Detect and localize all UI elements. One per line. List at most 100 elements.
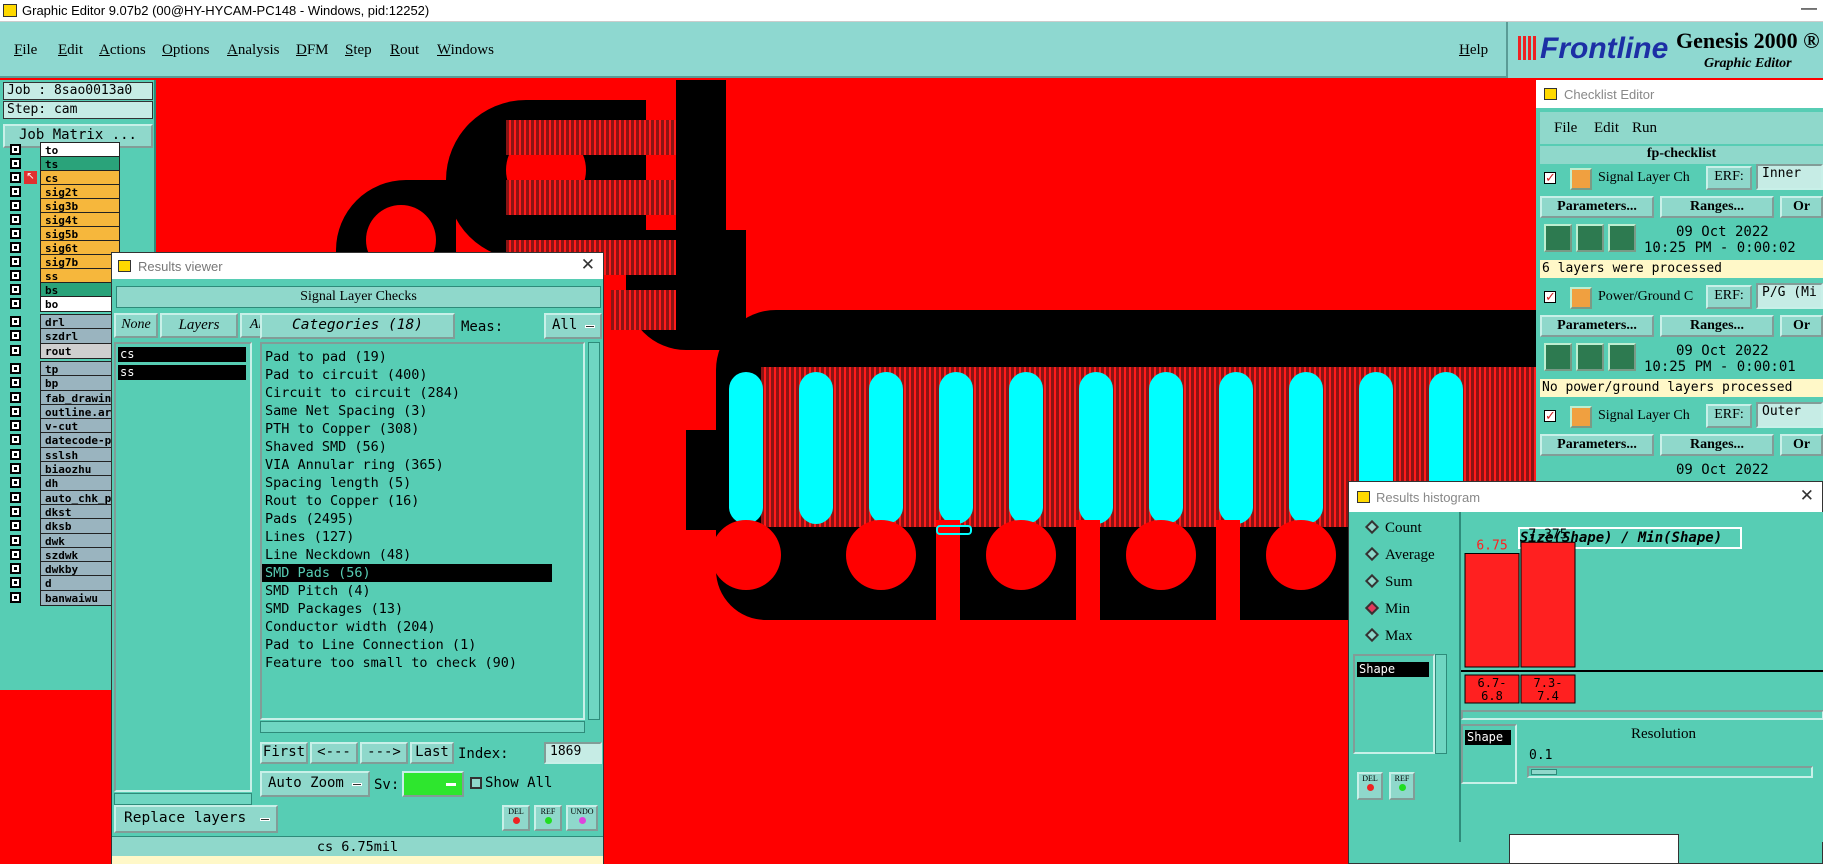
show-all-checkbox[interactable] <box>470 777 482 789</box>
result-layer-item[interactable]: ss <box>118 365 246 380</box>
layer-row-banwaiwu[interactable]: banwaiwu <box>8 589 123 606</box>
del-button[interactable]: DEL <box>502 805 530 831</box>
layer-checkbox[interactable] <box>10 420 21 432</box>
category-item[interactable]: Pad to circuit (400) <box>262 366 552 384</box>
layer-checkbox[interactable] <box>10 270 21 281</box>
menu-step[interactable]: Step <box>345 42 372 59</box>
replace-layers-select[interactable]: Replace layers <box>114 805 278 833</box>
layer-checkbox[interactable] <box>10 214 21 225</box>
layer-checkbox[interactable] <box>10 477 21 489</box>
layer-row-bo[interactable]: bo <box>8 296 123 312</box>
layer-checkbox[interactable] <box>10 534 21 546</box>
erf-button[interactable]: ERF: <box>1706 285 1752 309</box>
category-item[interactable]: Rout to Copper (16) <box>262 492 552 510</box>
layer-checkbox[interactable] <box>10 548 21 560</box>
category-item[interactable]: Same Net Spacing (3) <box>262 402 552 420</box>
layer-checkbox[interactable] <box>10 242 21 253</box>
layer-checkbox[interactable] <box>10 448 21 460</box>
layer-checkbox[interactable] <box>10 186 21 197</box>
category-item[interactable]: Feature too small to check (90) <box>262 654 552 672</box>
vertical-scrollbar[interactable] <box>588 342 600 720</box>
category-item[interactable]: Lines (127) <box>262 528 552 546</box>
check-enable-checkbox[interactable]: ✓ <box>1544 171 1556 184</box>
check-enable-checkbox[interactable]: ✓ <box>1544 409 1556 422</box>
ranges-button[interactable]: Ranges... <box>1660 315 1774 337</box>
run-icon[interactable] <box>1608 224 1636 252</box>
menu-analysis[interactable]: Analysis <box>227 42 280 59</box>
horizontal-scrollbar[interactable] <box>114 793 252 805</box>
parameters-button[interactable]: Parameters... <box>1540 315 1654 337</box>
category-item[interactable]: VIA Annular ring (365) <box>262 456 552 474</box>
menu-rout[interactable]: Rout <box>390 42 419 59</box>
layer-checkbox[interactable] <box>10 577 21 589</box>
layer-checkbox[interactable] <box>10 391 21 403</box>
layer-checkbox[interactable] <box>10 491 21 503</box>
ranges-button[interactable]: Ranges... <box>1660 196 1774 218</box>
layer-checkbox[interactable] <box>10 172 21 183</box>
shape-list-item[interactable]: Shape <box>1465 730 1511 745</box>
menu-dfm[interactable]: DFM <box>296 42 329 59</box>
meas-select[interactable]: All <box>544 313 602 339</box>
layer-checkbox[interactable] <box>10 463 21 474</box>
category-item[interactable]: Pad to pad (19) <box>262 348 552 366</box>
mode-radio-average[interactable]: Average <box>1364 546 1435 564</box>
erf-value-field[interactable]: Outer <box>1756 402 1823 428</box>
menu-options[interactable]: Options <box>162 42 210 59</box>
category-item[interactable]: PTH to Copper (308) <box>262 420 552 438</box>
menu-windows[interactable]: Windows <box>437 42 494 59</box>
mode-radio-sum[interactable]: Sum <box>1364 573 1413 591</box>
minimize-button[interactable]: — <box>1801 0 1817 18</box>
menu-help[interactable]: Help <box>1459 42 1488 59</box>
options-button[interactable]: Or <box>1780 315 1823 337</box>
histogram-bar[interactable] <box>1520 541 1576 668</box>
layer-checkbox[interactable] <box>10 344 21 356</box>
mode-radio-count[interactable]: Count <box>1364 519 1422 537</box>
categories-button[interactable]: Categories (18) <box>260 313 455 339</box>
ranges-button[interactable]: Ranges... <box>1660 434 1774 456</box>
close-icon[interactable]: ✕ <box>581 255 595 275</box>
layer-checkbox[interactable] <box>10 362 21 374</box>
layer-checkbox[interactable] <box>10 377 21 389</box>
category-item[interactable]: Line Neckdown (48) <box>262 546 552 564</box>
category-item[interactable]: Pads (2495) <box>262 510 552 528</box>
parameters-button[interactable]: Parameters... <box>1540 434 1654 456</box>
undo-button[interactable]: UNDO <box>566 805 598 831</box>
close-icon[interactable]: ✕ <box>1800 486 1814 506</box>
layer-checkbox[interactable] <box>10 505 21 517</box>
ce-menu-edit[interactable]: Edit <box>1594 120 1619 137</box>
result-layer-item[interactable]: cs <box>118 347 246 362</box>
parameters-button[interactable]: Parameters... <box>1540 196 1654 218</box>
layer-checkbox[interactable] <box>10 298 21 309</box>
layer-checkbox[interactable] <box>10 563 21 575</box>
layer-checkbox[interactable] <box>10 330 21 342</box>
category-item[interactable]: Spacing length (5) <box>262 474 552 492</box>
resolution-slider[interactable] <box>1527 766 1813 778</box>
options-button[interactable]: Or <box>1780 434 1823 456</box>
layer-row-rout[interactable]: rout <box>8 342 123 359</box>
layer-checkbox[interactable] <box>10 284 21 295</box>
mode-radio-min[interactable]: Min <box>1364 600 1410 618</box>
ce-menu-file[interactable]: File <box>1554 120 1577 137</box>
erf-button[interactable]: ERF: <box>1706 404 1752 428</box>
run-icon[interactable] <box>1576 343 1604 371</box>
last-button[interactable]: Last <box>410 742 454 764</box>
layer-checkbox[interactable] <box>10 256 21 267</box>
check-enable-checkbox[interactable]: ✓ <box>1544 290 1556 303</box>
run-icon[interactable] <box>1544 224 1572 252</box>
menu-file[interactable]: File <box>14 42 37 59</box>
layer-checkbox[interactable] <box>10 591 21 603</box>
layer-checkbox[interactable] <box>10 434 21 446</box>
options-button[interactable]: Or <box>1780 196 1823 218</box>
sv-color-select[interactable] <box>402 771 464 797</box>
index-input[interactable]: 1869 <box>544 742 602 764</box>
erf-button[interactable]: ERF: <box>1706 166 1752 190</box>
mode-radio-max[interactable]: Max <box>1364 627 1413 645</box>
layer-checkbox[interactable] <box>10 405 21 417</box>
histogram-scrollbar[interactable] <box>1461 710 1823 720</box>
histogram-bar[interactable] <box>1464 553 1520 668</box>
first-button[interactable]: First <box>260 742 308 764</box>
ref-button[interactable]: REF <box>534 805 562 831</box>
category-item[interactable]: Pad to Line Connection (1) <box>262 636 552 654</box>
hist-ref-button[interactable]: REF <box>1389 772 1415 800</box>
layer-checkbox[interactable] <box>10 520 21 532</box>
